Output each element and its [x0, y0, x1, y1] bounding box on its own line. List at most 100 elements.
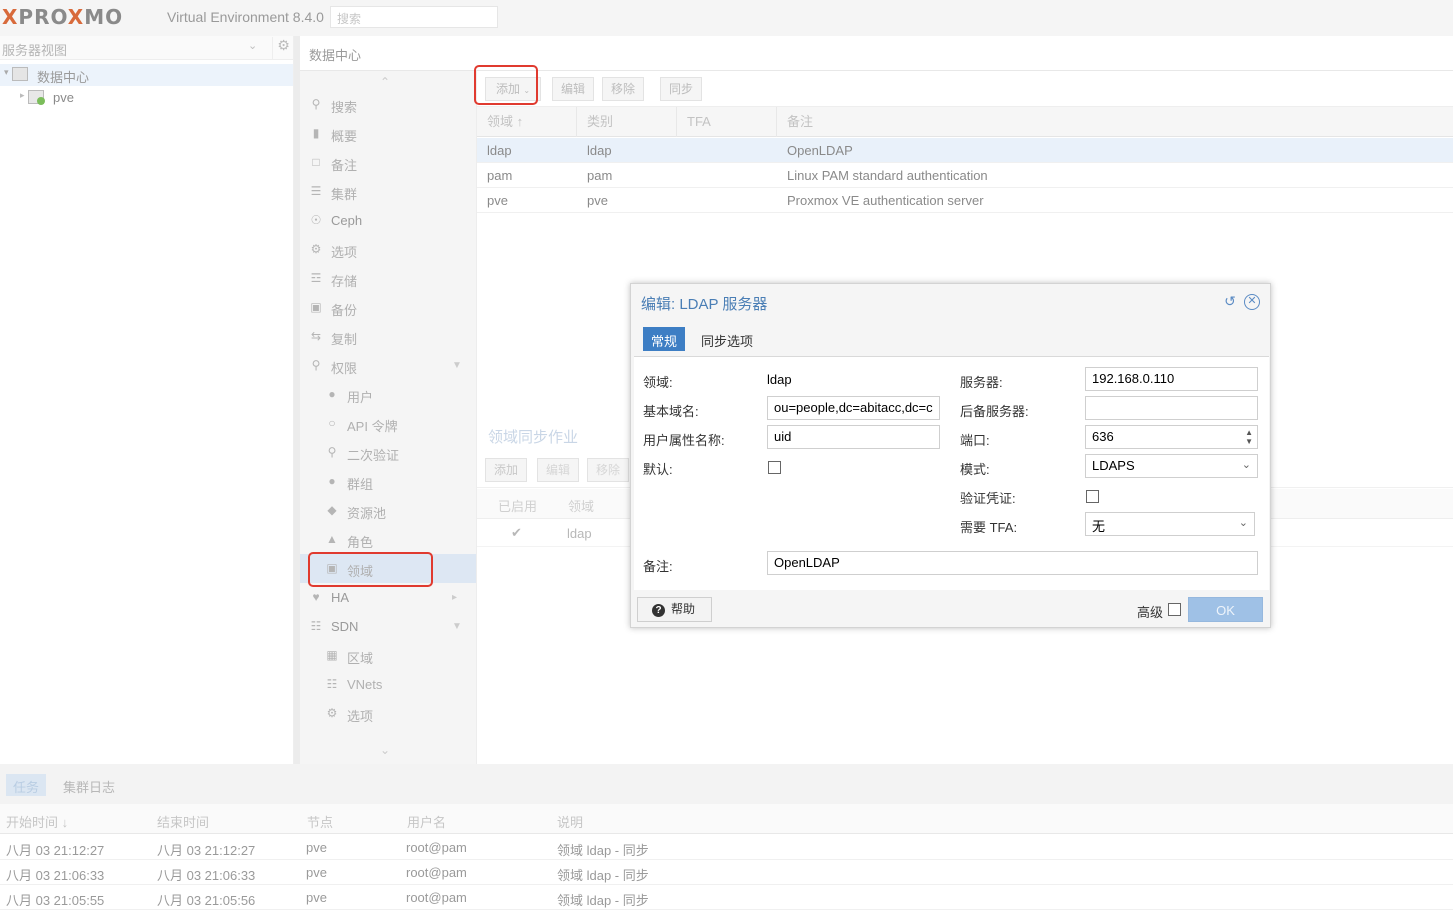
table-row[interactable]: 八月 03 21:05:55 八月 03 21:05:56 pve root@pam 领… [0, 885, 1453, 910]
nav-item-8[interactable]: ⇆ 复制 [300, 322, 476, 351]
mode-select[interactable]: LDAPS ⌄ [1085, 454, 1258, 478]
comment-field[interactable]: OpenLDAP [767, 551, 1258, 575]
column-start-time[interactable]: 开始时间 ↓ [6, 812, 68, 831]
nav-item-5[interactable]: ⚙ 选项 [300, 235, 476, 264]
nav-item-label: HA [331, 590, 350, 605]
column-realm[interactable]: 领域 ↑ [477, 107, 577, 137]
expand-icon[interactable]: ▸ [452, 592, 457, 603]
nav-item-2[interactable]: □ 备注 [300, 148, 476, 177]
nav-item-12[interactable]: ⚲ 二次验证 [300, 438, 476, 467]
tab-general[interactable]: 常规 [643, 327, 686, 351]
top-bar: XPROXMO Virtual Environment 8.4.0 搜索 [0, 0, 1453, 36]
column-node[interactable]: 节点 [307, 812, 333, 831]
base-dn-label: 基本域名: [643, 404, 699, 419]
require-tfa-select[interactable]: 无 ⌄ [1085, 512, 1255, 536]
tags-icon: ◆ [327, 503, 337, 517]
nav-item-4[interactable]: ☉ Ceph [300, 206, 476, 235]
default-checkbox[interactable] [768, 461, 781, 474]
cell-type: pve [587, 193, 608, 208]
tree-node-pve[interactable]: ▸ pve [0, 87, 293, 109]
proxmox-logo[interactable]: XPROXMO [2, 5, 123, 29]
nav-item-label: 角色 [347, 535, 374, 550]
advanced-checkbox[interactable] [1168, 603, 1181, 616]
realm-label: 领域: [643, 375, 673, 390]
nav-item-18[interactable]: ☷ SDN ▼ [300, 612, 476, 641]
table-row[interactable]: pam pam Linux PAM standard authenticatio… [477, 163, 1453, 188]
column-realm[interactable]: 领域 [568, 496, 594, 515]
chevron-down-icon[interactable]: ⌄ [1239, 516, 1248, 529]
column-comment[interactable]: 备注 [777, 107, 1453, 137]
verify-cert-checkbox[interactable] [1086, 490, 1099, 503]
nav-item-label: Ceph [331, 213, 363, 228]
nav-item-label: 概要 [331, 129, 358, 144]
nav-item-11[interactable]: ○ API 令牌 [300, 409, 476, 438]
nav-item-3[interactable]: ☰ 集群 [300, 177, 476, 206]
nav-item-17[interactable]: ♥ HA ▸ [300, 583, 476, 612]
mode-value: LDAPS [1092, 458, 1135, 473]
gear-icon[interactable]: ⚙ [272, 37, 294, 59]
nav-item-19[interactable]: ▦ 区域 [300, 641, 476, 670]
sync-edit-button[interactable]: 编辑 [537, 458, 579, 482]
ok-button[interactable]: OK [1188, 597, 1263, 622]
stepper-arrows-icon[interactable]: ▲ ▼ [1245, 428, 1253, 446]
search-input[interactable]: 搜索 [330, 6, 498, 28]
nav-item-7[interactable]: ▣ 备份 [300, 293, 476, 322]
gear-icon: ⚙ [310, 242, 322, 256]
tab-cluster-log[interactable]: 集群日志 [56, 774, 122, 796]
base-dn-field[interactable]: ou=people,dc=abitacc,dc=c [767, 396, 940, 420]
column-user[interactable]: 用户名 [407, 812, 446, 831]
table-row[interactable]: pve pve Proxmox VE authentication server [477, 188, 1453, 213]
expand-icon[interactable]: ▾ [4, 67, 9, 78]
table-row[interactable]: 八月 03 21:12:27 八月 03 21:12:27 pve root@pam 领… [0, 835, 1453, 860]
cell-realm: pve [487, 193, 508, 208]
nav-item-21[interactable]: ⚙ 选项 [300, 699, 476, 728]
nav-item-14[interactable]: ◆ 资源池 [300, 496, 476, 525]
tab-tasks[interactable]: 任务 [6, 774, 47, 796]
view-selector-label: 服务器视图 [2, 43, 68, 58]
user-attr-field[interactable]: uid [767, 425, 940, 449]
sync-add-button[interactable]: 添加 [485, 458, 527, 482]
book-icon: ▮ [312, 126, 320, 140]
table-row[interactable]: ldap ldap OpenLDAP [477, 138, 1453, 163]
remove-button[interactable]: 移除 [602, 77, 644, 101]
nav-item-20[interactable]: ☷ VNets [300, 670, 476, 699]
chevron-down-icon[interactable]: ⌄ [248, 39, 257, 52]
nav-item-10[interactable]: ● 用户 [300, 380, 476, 409]
collapse-icon[interactable]: ▼ [452, 621, 462, 632]
nav-item-9[interactable]: ⚲ 权限 ▼ [300, 351, 476, 380]
column-description[interactable]: 说明 [557, 812, 583, 831]
sync-button[interactable]: 同步 [660, 77, 702, 101]
nav-item-label: 区域 [347, 651, 374, 666]
nav-item-6[interactable]: ☲ 存储 [300, 264, 476, 293]
log-header: 开始时间 ↓ 结束时间 节点 用户名 说明 [0, 804, 1453, 834]
dialog-title: 编辑: LDAP 服务器 [641, 296, 768, 313]
help-button[interactable]: ? 帮助 [637, 597, 712, 622]
collapse-icon[interactable]: ▼ [452, 360, 462, 371]
retweet-icon: ⇆ [310, 329, 322, 343]
column-enabled[interactable]: 已启用 [498, 496, 537, 515]
nav-item-1[interactable]: ▮ 概要 [300, 119, 476, 148]
nav-item-13[interactable]: ● 群组 [300, 467, 476, 496]
port-stepper[interactable]: 636 ▲ ▼ [1085, 425, 1258, 449]
column-tfa[interactable]: TFA [677, 107, 777, 137]
sync-remove-button[interactable]: 移除 [587, 458, 629, 482]
view-selector[interactable]: 服务器视图 ⌄ ⚙ [0, 36, 293, 60]
scroll-down-icon[interactable]: ⌄ [380, 743, 390, 757]
close-icon[interactable]: ✕ [1244, 294, 1260, 310]
male-icon: ▲ [326, 532, 338, 546]
tab-sync-options[interactable]: 同步选项 [693, 327, 761, 351]
column-end-time[interactable]: 结束时间 [157, 812, 209, 831]
nav-item-15[interactable]: ▲ 角色 [300, 525, 476, 554]
reset-icon[interactable]: ↺ [1222, 294, 1238, 310]
scroll-up-icon[interactable]: ⌃ [380, 75, 390, 89]
expand-icon[interactable]: ▸ [20, 90, 25, 101]
chevron-down-icon[interactable]: ⌄ [1242, 458, 1251, 471]
nav-item-0[interactable]: ⚲ 搜索 [300, 90, 476, 119]
server-field[interactable]: 192.168.0.110 [1085, 367, 1258, 391]
edit-ldap-dialog: 编辑: LDAP 服务器 ↺ ✕ 常规 同步选项 领域: ldap 基本域名: … [630, 283, 1271, 628]
table-row[interactable]: 八月 03 21:06:33 八月 03 21:06:33 pve root@pam 领… [0, 860, 1453, 885]
column-type[interactable]: 类别 [577, 107, 677, 137]
edit-button[interactable]: 编辑 [552, 77, 594, 101]
tree-node-datacenter[interactable]: ▾ 数据中心 [0, 64, 293, 86]
fallback-server-field[interactable] [1085, 396, 1258, 420]
